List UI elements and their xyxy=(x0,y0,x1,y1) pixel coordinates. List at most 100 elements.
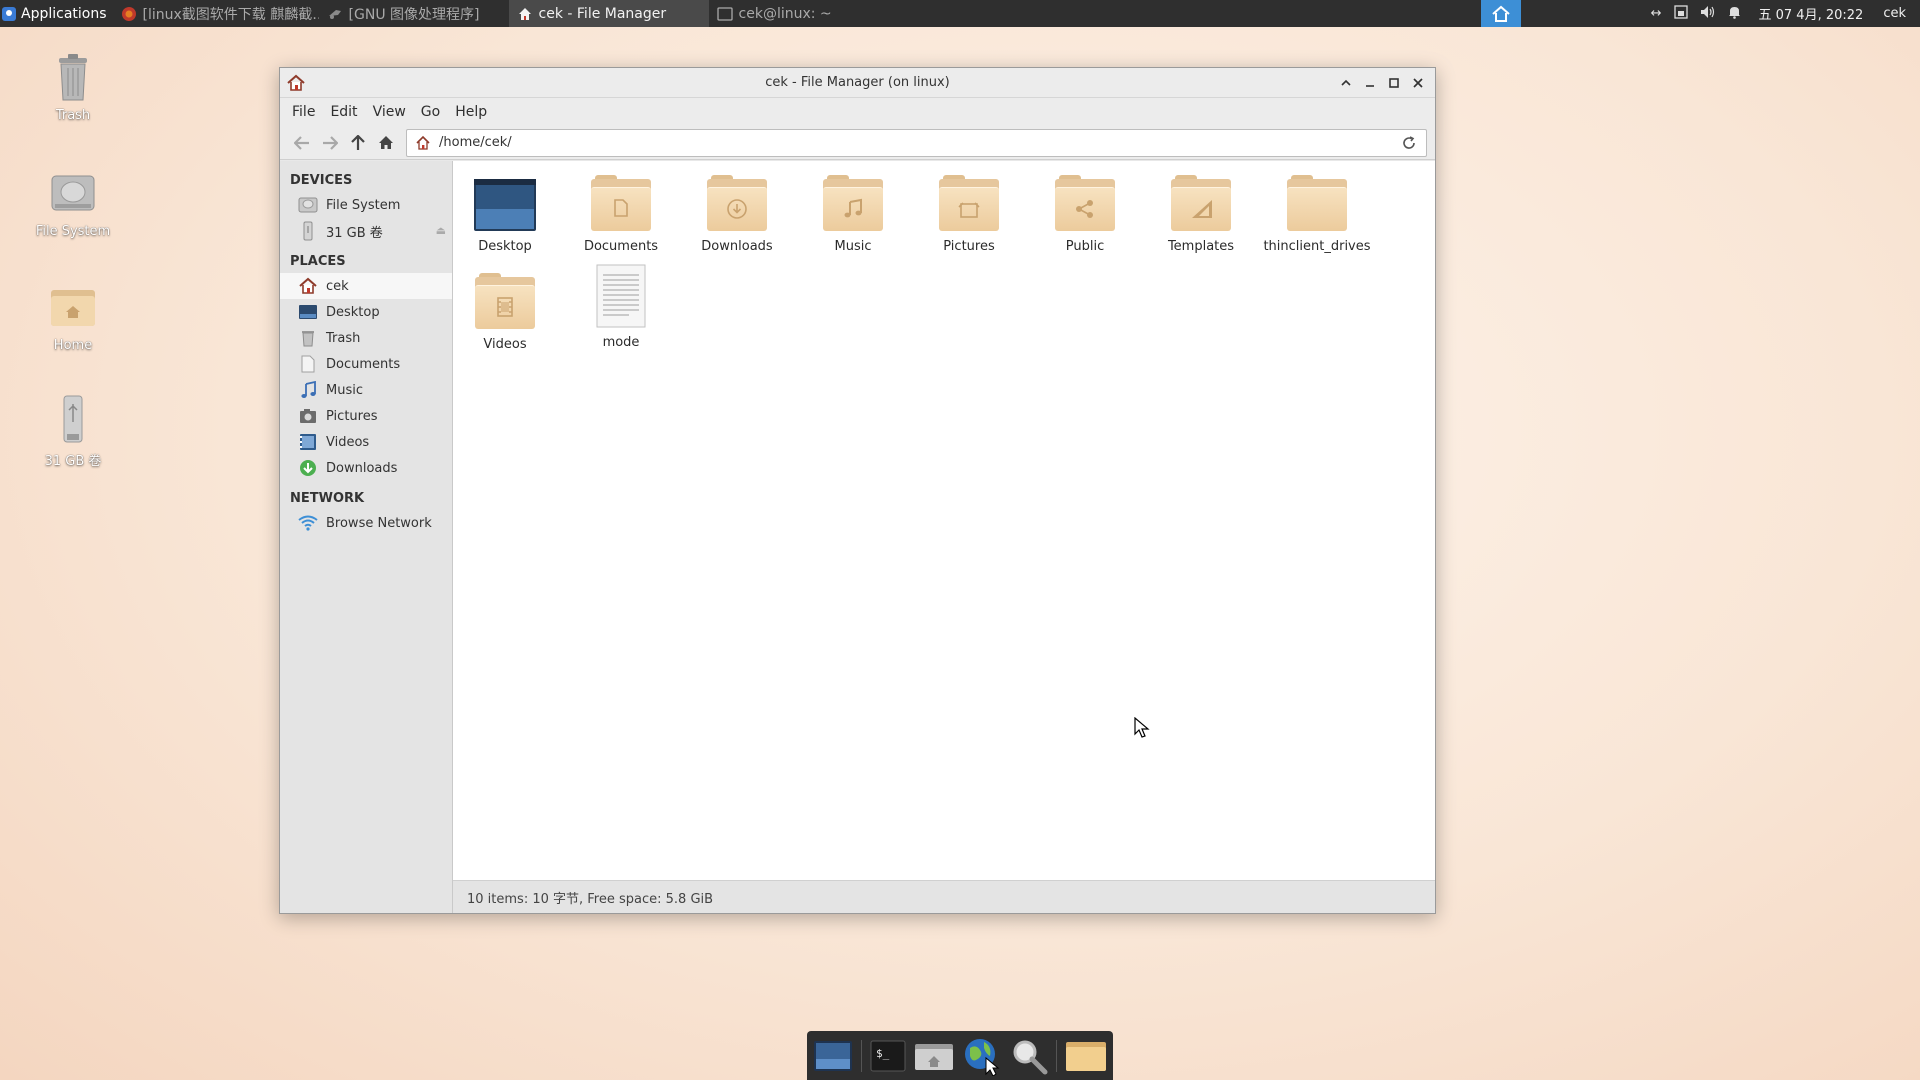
volume-icon[interactable] xyxy=(1700,5,1716,23)
sidebar-item-file-system[interactable]: File System xyxy=(280,192,452,218)
sidebar-item-label: Documents xyxy=(326,356,401,372)
sidebar-item-label: Videos xyxy=(326,434,370,450)
home-icon xyxy=(1491,5,1510,22)
up-button[interactable] xyxy=(344,129,372,157)
sidebar-item-trash[interactable]: Trash xyxy=(280,325,452,351)
file-manager-window: cek - File Manager (on linux) File Edit … xyxy=(279,67,1436,914)
dock-terminal[interactable]: $_ xyxy=(870,1036,906,1076)
desktop-icon-file-system[interactable]: File System xyxy=(23,168,123,239)
trash-icon xyxy=(49,52,97,104)
location-bar[interactable] xyxy=(406,128,1427,157)
taskbar-item-label: cek - File Manager xyxy=(538,5,667,22)
sidebar-item-documents[interactable]: Documents xyxy=(280,351,452,377)
terminal-icon: $_ xyxy=(870,1040,906,1071)
applications-menu-button[interactable]: Applications xyxy=(0,0,113,27)
drive-icon xyxy=(49,168,97,220)
close-button[interactable] xyxy=(1407,72,1429,94)
menu-go[interactable]: Go xyxy=(421,104,449,120)
toolbar xyxy=(280,126,1435,160)
workspace-4[interactable] xyxy=(1601,0,1641,27)
forward-button[interactable] xyxy=(316,129,344,157)
dock-separator xyxy=(861,1039,862,1072)
sidebar-item-music[interactable]: Music xyxy=(280,377,452,403)
file-item-music[interactable]: Music xyxy=(795,173,911,254)
desktop-icon-trash[interactable]: Trash xyxy=(23,52,123,123)
usb-drive-icon xyxy=(298,221,318,241)
back-button[interactable] xyxy=(288,129,316,157)
clock[interactable]: 五 07 4月, 20:22 xyxy=(1759,4,1864,23)
trash-icon xyxy=(298,328,318,348)
templates-folder-icon xyxy=(1169,173,1233,233)
dock-search[interactable] xyxy=(1010,1036,1048,1076)
sidebar-item-desktop[interactable]: Desktop xyxy=(280,299,452,325)
sidebar: DEVICES File System 31 GB 卷 ⏏ PLACES cek… xyxy=(280,161,453,913)
dock-home-folder[interactable] xyxy=(914,1036,954,1076)
window-titlebar[interactable]: cek - File Manager (on linux) xyxy=(280,68,1435,98)
minimize-button[interactable] xyxy=(1359,72,1381,94)
reload-button[interactable] xyxy=(1400,134,1418,152)
taskbar-item-file-manager[interactable]: cek - File Manager xyxy=(508,0,709,27)
desktop-icon-home[interactable]: Home xyxy=(23,282,123,353)
dock-show-desktop[interactable] xyxy=(813,1036,853,1076)
file-item-pictures[interactable]: Pictures xyxy=(911,173,1027,254)
icon-view[interactable]: Desktop Documents Downloads Music Pictur… xyxy=(453,161,1435,881)
status-text: 10 items: 10 字节, Free space: 5.8 GiB xyxy=(467,891,714,907)
user-menu[interactable]: cek xyxy=(1883,6,1906,21)
arrow-right-icon xyxy=(323,135,338,150)
notification-bell-icon[interactable] xyxy=(1728,5,1741,23)
sidebar-item-videos[interactable]: Videos xyxy=(280,429,452,455)
arrow-left-icon xyxy=(294,135,309,150)
file-item-thinclient-drives[interactable]: thinclient_drives xyxy=(1259,173,1375,254)
menu-file[interactable]: File xyxy=(292,104,324,120)
location-input[interactable] xyxy=(439,135,1400,150)
menu-bar: File Edit View Go Help xyxy=(280,98,1435,126)
desktop-folder-icon xyxy=(473,173,537,233)
sidebar-item-usb-volume[interactable]: 31 GB 卷 ⏏ xyxy=(280,218,452,244)
status-bar: 10 items: 10 字节, Free space: 5.8 GiB xyxy=(453,881,1435,913)
file-item-label: mode xyxy=(602,335,640,350)
svg-text:$_: $_ xyxy=(876,1047,890,1060)
file-item-desktop[interactable]: Desktop xyxy=(447,173,563,254)
maximize-icon xyxy=(1389,78,1399,88)
file-item-mode[interactable]: mode xyxy=(563,263,679,350)
sidebar-item-label: cek xyxy=(326,278,349,294)
sidebar-item-pictures[interactable]: Pictures xyxy=(280,403,452,429)
file-item-videos[interactable]: Videos xyxy=(447,271,563,352)
menu-view[interactable]: View xyxy=(373,104,415,120)
workspace-3[interactable] xyxy=(1561,0,1601,27)
taskbar-item-browser[interactable]: [linux截图软件下载 麒麟截… xyxy=(113,0,319,27)
file-item-label: Downloads xyxy=(701,239,773,254)
dock-file-manager[interactable] xyxy=(1065,1036,1107,1076)
display-icon[interactable] xyxy=(1673,4,1688,23)
workspace-home-button[interactable] xyxy=(1480,0,1521,27)
pictures-icon xyxy=(298,406,318,426)
maximize-button[interactable] xyxy=(1383,72,1405,94)
dock-web-browser[interactable] xyxy=(962,1036,1002,1076)
taskbar-item-terminal[interactable]: cek@linux: ~ xyxy=(709,0,909,27)
file-item-downloads[interactable]: Downloads xyxy=(679,173,795,254)
file-item-templates[interactable]: Templates xyxy=(1143,173,1259,254)
menu-edit[interactable]: Edit xyxy=(330,104,366,120)
sidebar-item-cek[interactable]: cek xyxy=(280,273,452,299)
usb-drive-icon xyxy=(49,394,97,446)
mouse-cursor-icon xyxy=(1134,717,1150,738)
sidebar-item-browse-network[interactable]: Browse Network xyxy=(280,510,452,536)
network-arrows-icon[interactable]: ↔ xyxy=(1651,6,1662,21)
dock-separator xyxy=(1056,1039,1057,1072)
workspace-2[interactable] xyxy=(1521,0,1561,27)
browser-icon xyxy=(965,1038,1000,1076)
home-button[interactable] xyxy=(372,129,400,157)
file-item-public[interactable]: Public xyxy=(1027,173,1143,254)
file-item-label: Pictures xyxy=(943,239,995,254)
file-item-documents[interactable]: Documents xyxy=(563,173,679,254)
taskbar-item-gimp[interactable]: [GNU 图像处理程序] xyxy=(319,0,509,27)
menu-help[interactable]: Help xyxy=(455,104,496,120)
desktop-icon-label: Home xyxy=(53,338,93,353)
desktop-icon-usb-volume[interactable]: 31 GB 卷 xyxy=(23,394,123,469)
videos-folder-icon xyxy=(473,271,537,331)
eject-icon[interactable]: ⏏ xyxy=(436,224,446,237)
sidebar-item-downloads[interactable]: Downloads xyxy=(280,455,452,481)
sidebar-item-label: Desktop xyxy=(326,304,380,320)
shade-button[interactable] xyxy=(1335,72,1357,94)
sidebar-item-label: 31 GB 卷 xyxy=(326,225,383,241)
